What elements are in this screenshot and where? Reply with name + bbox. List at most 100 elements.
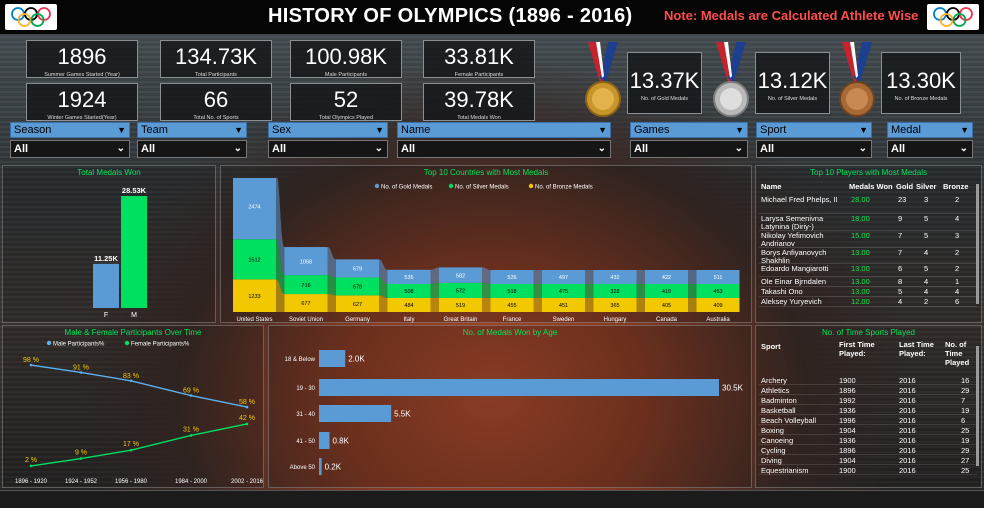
tick-label: Above 50 — [290, 465, 316, 471]
slicer-dropdown[interactable]: All ⌄ — [137, 140, 247, 158]
column-header[interactable]: Bronze — [943, 182, 968, 191]
chevron-down-icon[interactable]: ▼ — [735, 123, 744, 137]
sport-name: Badminton — [761, 396, 797, 405]
table-row[interactable]: Basketball 1936 2016 19 — [759, 405, 977, 415]
legend-label: Male Participants% — [53, 342, 105, 348]
ribbon — [636, 284, 645, 298]
tick-label: Soviet Union — [289, 317, 323, 323]
chevron-down-icon[interactable]: ▼ — [117, 123, 126, 137]
team-slicer[interactable]: Team ▼ All ⌄ — [137, 122, 247, 158]
slicer-header[interactable]: Games ▼ — [630, 122, 748, 138]
kpi-value: 13.12K — [757, 68, 828, 93]
table-row[interactable]: Canoeing 1936 2016 19 — [759, 435, 977, 445]
data-point — [245, 422, 249, 426]
data-label: 572 — [456, 289, 465, 295]
bar — [319, 458, 322, 475]
data-point — [245, 405, 249, 409]
table-row[interactable]: Archery 1900 2016 16 — [759, 375, 977, 385]
kpi-label: Total No. of Sports — [193, 115, 239, 121]
slicer-dropdown[interactable]: All ⌄ — [397, 140, 611, 158]
table-row[interactable]: Cycling 1896 2016 29 — [759, 445, 977, 455]
chevron-down-icon[interactable]: ⌄ — [234, 141, 242, 157]
slicer-header[interactable]: Sex ▼ — [268, 122, 388, 138]
slicer-dropdown[interactable]: All ⌄ — [887, 140, 973, 158]
table-row[interactable]: Borys Anfiyanovych Shakhlin 13.00 7 4 2 — [759, 248, 977, 265]
name-slicer[interactable]: Name ▼ All ⌄ — [397, 122, 611, 158]
table-row[interactable]: Michael Fred Phelps, II 28.00 23 3 2 — [759, 195, 977, 214]
column-header[interactable]: Name — [761, 182, 781, 191]
column-header[interactable]: Gold — [896, 182, 913, 191]
silver-medal-card: 13.12K No. of Silver Medals — [755, 52, 830, 114]
kpi-value: 66 — [203, 87, 229, 112]
table-row[interactable]: Edoardo Mangiarotti 13.00 6 5 2 — [759, 264, 977, 277]
slicer-header[interactable]: Name ▼ — [397, 122, 611, 138]
data-point — [189, 394, 193, 397]
medal-slicer[interactable]: Medal ▼ All ⌄ — [887, 122, 973, 158]
legend-marker — [528, 183, 534, 189]
table-row[interactable]: Aleksey Yuryevich 12.00 4 2 6 — [759, 297, 977, 307]
chevron-down-icon[interactable]: ▼ — [960, 123, 969, 137]
column-header[interactable]: Last Time Played: — [899, 340, 935, 358]
data-label: 627 — [353, 302, 362, 308]
sport-name: Archery — [761, 376, 787, 385]
first-played-cell: 1896 — [839, 386, 856, 395]
table-row[interactable]: Nikolay Yefimovich Andrianov 15.00 7 5 3 — [759, 231, 977, 248]
column-header[interactable]: No. of Time Played — [945, 340, 975, 367]
chevron-down-icon[interactable]: ▼ — [859, 123, 868, 137]
gold-cell: 9 — [898, 214, 903, 223]
kpi-label: No. of Gold Medals — [640, 96, 689, 102]
slicer-header[interactable]: Team ▼ — [137, 122, 247, 138]
scrollbar[interactable] — [976, 346, 979, 466]
chevron-down-icon[interactable]: ▼ — [375, 123, 384, 137]
bronze-cell: 3 — [955, 231, 960, 240]
column-header[interactable]: First Time Played: — [839, 340, 875, 358]
total-medals-chart: 11.25K F 28.53K M — [93, 186, 147, 319]
data-point — [29, 363, 33, 367]
table-row[interactable]: Larysa Semenivna Latynina (Diriy-) 18.00 9… — [759, 214, 977, 231]
sport-name: Boxing — [761, 426, 784, 435]
chevron-down-icon[interactable]: ⌄ — [375, 141, 383, 157]
data-label: 5.5K — [394, 410, 411, 419]
chevron-down-icon[interactable]: ⌄ — [859, 141, 867, 157]
data-label: 582 — [456, 273, 465, 279]
table-row[interactable]: Ole Einar Bjrndalen 13.00 8 4 1 — [759, 277, 977, 287]
slicer-dropdown[interactable]: All ⌄ — [268, 140, 388, 158]
slicer-dropdown[interactable]: All ⌄ — [630, 140, 748, 158]
table-row[interactable]: Beach Volleyball 1996 2016 6 — [759, 415, 977, 425]
sport-slicer[interactable]: Sport ▼ All ⌄ — [756, 122, 872, 158]
table-row[interactable]: Badminton 1992 2016 7 — [759, 395, 977, 405]
last-played-cell: 2016 — [899, 376, 916, 385]
bronze-medal-icon — [836, 42, 878, 118]
sex-slicer[interactable]: Sex ▼ All ⌄ — [268, 122, 388, 158]
slicer-value: All — [891, 143, 906, 155]
players-table: Name Medals Won Gold Silver Bronze Micha… — [759, 180, 981, 322]
column-header[interactable]: Sport — [761, 342, 781, 351]
season-slicer[interactable]: Season ▼ All ⌄ — [10, 122, 130, 158]
column-header[interactable]: Medals Won — [849, 182, 893, 191]
slicer-header[interactable]: Medal ▼ — [887, 122, 973, 138]
chevron-down-icon[interactable]: ⌄ — [117, 141, 125, 157]
slicer-dropdown[interactable]: All ⌄ — [10, 140, 130, 158]
games-slicer[interactable]: Games ▼ All ⌄ — [630, 122, 748, 158]
times-played-cell: 7 — [961, 396, 966, 405]
slicer-header[interactable]: Season ▼ — [10, 122, 130, 138]
chevron-down-icon[interactable]: ▼ — [598, 123, 607, 137]
data-label: 0.2K — [325, 463, 342, 472]
tick-label: France — [503, 317, 522, 323]
chevron-down-icon[interactable]: ⌄ — [735, 141, 743, 157]
last-played-cell: 2016 — [899, 426, 916, 435]
table-row[interactable]: Takashi Ono 13.00 5 4 4 — [759, 287, 977, 297]
chevron-down-icon[interactable]: ⌄ — [960, 141, 968, 157]
table-row[interactable]: Boxing 1904 2016 25 — [759, 425, 977, 435]
chevron-down-icon[interactable]: ▼ — [234, 123, 243, 137]
column-header[interactable]: Silver — [916, 182, 936, 191]
scrollbar[interactable] — [976, 184, 979, 304]
table-row[interactable]: Diving 1904 2016 27 — [759, 455, 977, 465]
slicer-header[interactable]: Sport ▼ — [756, 122, 872, 138]
slicer-dropdown[interactable]: All ⌄ — [756, 140, 872, 158]
chevron-down-icon[interactable]: ⌄ — [598, 141, 606, 157]
table-row[interactable]: Athletics 1896 2016 29 — [759, 385, 977, 395]
medals-won-cell: 18.00 — [851, 214, 870, 223]
table-row[interactable]: Equestrianism 1900 2016 25 — [759, 465, 977, 475]
top-countries-chart: No. of Gold Medals No. of Silver Medals No… — [233, 178, 740, 323]
